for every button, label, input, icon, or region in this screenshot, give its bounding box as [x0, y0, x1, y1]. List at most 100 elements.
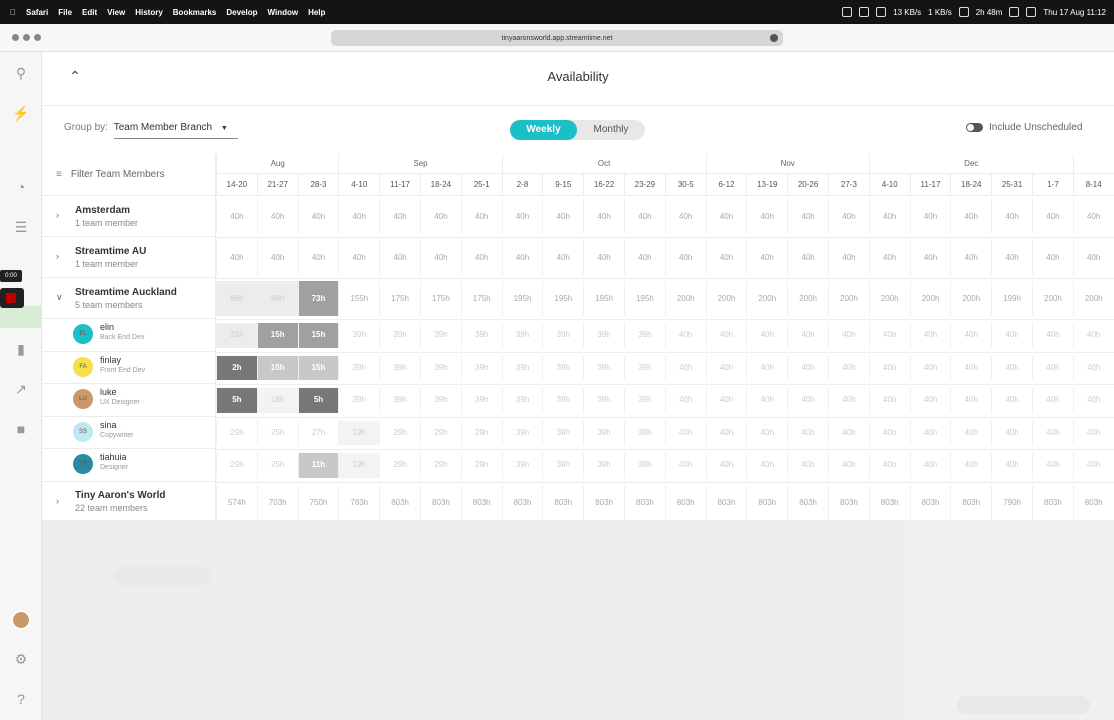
availability-cell[interactable]: 39h: [420, 355, 461, 380]
weekly-button[interactable]: Weekly: [510, 120, 577, 140]
availability-cell[interactable]: 15h: [256, 355, 298, 380]
branch-row[interactable]: › Streamtime AU 1 team member: [42, 237, 216, 278]
availability-cell[interactable]: 5h: [216, 388, 257, 413]
availability-cell[interactable]: 39h: [460, 355, 502, 380]
availability-cell[interactable]: 40h: [991, 420, 1032, 445]
availability-cell[interactable]: 200h: [787, 281, 828, 316]
gear-icon[interactable]: ⚙: [12, 650, 30, 668]
availability-cell[interactable]: 703h: [256, 484, 298, 520]
availability-cell[interactable]: 40h: [828, 199, 869, 234]
availability-cell[interactable]: 40h: [909, 323, 951, 348]
availability-cell[interactable]: 40h: [501, 240, 543, 275]
availability-cell[interactable]: 200h: [1072, 281, 1114, 316]
availability-cell[interactable]: 40h: [664, 453, 706, 478]
availability-cell[interactable]: 40h: [1072, 240, 1114, 275]
availability-cell[interactable]: 175h: [460, 281, 502, 316]
lightning-icon[interactable]: ⚡: [12, 104, 30, 122]
availability-cell[interactable]: 40h: [1032, 199, 1073, 234]
availability-cell[interactable]: 18h: [256, 388, 298, 413]
availability-cell[interactable]: 73h: [297, 281, 339, 316]
availability-cell[interactable]: 40h: [583, 199, 624, 234]
availability-cell[interactable]: 803h: [909, 484, 951, 520]
book-icon[interactable]: ■: [12, 420, 30, 438]
availability-cell[interactable]: 40h: [1032, 420, 1073, 445]
availability-cell[interactable]: 199h: [991, 281, 1032, 316]
availability-cell[interactable]: 40h: [1032, 453, 1073, 478]
branch-row[interactable]: › Tiny Aaron's World 22 team members: [42, 481, 216, 523]
availability-cell[interactable]: 40h: [379, 240, 420, 275]
search-icon[interactable]: ⚲: [12, 64, 30, 82]
availability-cell[interactable]: 200h: [828, 281, 869, 316]
availability-cell[interactable]: 40h: [664, 199, 706, 234]
reports-icon[interactable]: ↗: [12, 380, 30, 398]
branch-row[interactable]: ∨ Streamtime Auckland 5 team members: [42, 278, 216, 319]
availability-cell[interactable]: 40h: [950, 388, 991, 413]
availability-cell[interactable]: 39h: [460, 323, 502, 348]
availability-cell[interactable]: 40h: [909, 355, 951, 380]
availability-cell[interactable]: 40h: [664, 388, 706, 413]
recording-stop-button[interactable]: [0, 288, 24, 308]
availability-cell[interactable]: 40h: [297, 240, 339, 275]
availability-cell[interactable]: 29h: [216, 453, 257, 478]
availability-cell[interactable]: 40h: [991, 388, 1032, 413]
member-row[interactable]: EL elin Back End Dev: [42, 319, 216, 352]
availability-cell[interactable]: 40h: [705, 453, 747, 478]
availability-cell[interactable]: 40h: [624, 240, 665, 275]
availability-cell[interactable]: 200h: [705, 281, 747, 316]
availability-cell[interactable]: 39h: [583, 453, 624, 478]
availability-cell[interactable]: 200h: [664, 281, 706, 316]
availability-cell[interactable]: 39h: [542, 323, 583, 348]
availability-cell[interactable]: 40h: [460, 240, 502, 275]
extension-icon[interactable]: [859, 7, 870, 17]
availability-cell[interactable]: 98h: [256, 281, 298, 316]
reload-icon[interactable]: [770, 34, 778, 42]
availability-cell[interactable]: 40h: [868, 323, 910, 348]
availability-cell[interactable]: 195h: [501, 281, 543, 316]
availability-cell[interactable]: 39h: [583, 323, 624, 348]
menu-bookmarks[interactable]: Bookmarks: [173, 8, 217, 17]
availability-cell[interactable]: 803h: [868, 484, 910, 520]
availability-cell[interactable]: 40h: [868, 355, 910, 380]
availability-cell[interactable]: 195h: [542, 281, 583, 316]
availability-cell[interactable]: 40h: [787, 420, 828, 445]
board-icon[interactable]: ▮: [12, 340, 30, 358]
availability-cell[interactable]: 39h: [460, 388, 502, 413]
address-bar[interactable]: tinyaaronsworld.app.streamtime.net: [331, 30, 783, 46]
availability-cell[interactable]: 40h: [950, 355, 991, 380]
availability-cell[interactable]: 40h: [216, 240, 257, 275]
availability-cell[interactable]: 40h: [705, 240, 747, 275]
availability-cell[interactable]: 40h: [297, 199, 339, 234]
availability-cell[interactable]: 39h: [501, 388, 543, 413]
availability-cell[interactable]: 40h: [950, 199, 991, 234]
availability-cell[interactable]: 21h: [216, 323, 257, 348]
user-avatar[interactable]: [11, 610, 31, 630]
availability-cell[interactable]: 40h: [1072, 355, 1114, 380]
apple-icon[interactable]: : [10, 8, 16, 17]
availability-cell[interactable]: 39h: [501, 453, 543, 478]
availability-cell[interactable]: 40h: [379, 199, 420, 234]
sidebar-item-scheduling-active[interactable]: [0, 306, 42, 328]
dashboard-icon[interactable]: ◔: [12, 178, 30, 196]
availability-cell[interactable]: 40h: [991, 199, 1032, 234]
availability-cell[interactable]: 2h: [216, 355, 257, 380]
menu-file[interactable]: File: [58, 8, 72, 17]
availability-cell[interactable]: 40h: [991, 240, 1032, 275]
availability-cell[interactable]: 803h: [746, 484, 787, 520]
availability-cell[interactable]: 39h: [379, 388, 420, 413]
availability-cell[interactable]: 39h: [338, 323, 379, 348]
zoom-window-icon[interactable]: [34, 34, 41, 41]
availability-cell[interactable]: 29h: [460, 420, 502, 445]
availability-cell[interactable]: 40h: [991, 453, 1032, 478]
availability-cell[interactable]: 40h: [542, 199, 583, 234]
availability-cell[interactable]: 39h: [542, 420, 583, 445]
availability-cell[interactable]: 803h: [542, 484, 583, 520]
branch-row[interactable]: › Amsterdam 1 team member: [42, 196, 216, 237]
availability-cell[interactable]: 15h: [297, 355, 339, 380]
availability-cell[interactable]: 574h: [216, 484, 257, 520]
availability-cell[interactable]: 803h: [1032, 484, 1073, 520]
availability-cell[interactable]: 29h: [460, 453, 502, 478]
availability-cell[interactable]: 40h: [950, 453, 991, 478]
availability-cell[interactable]: 39h: [338, 388, 379, 413]
availability-cell[interactable]: 29h: [379, 453, 420, 478]
availability-cell[interactable]: 25h: [256, 453, 298, 478]
